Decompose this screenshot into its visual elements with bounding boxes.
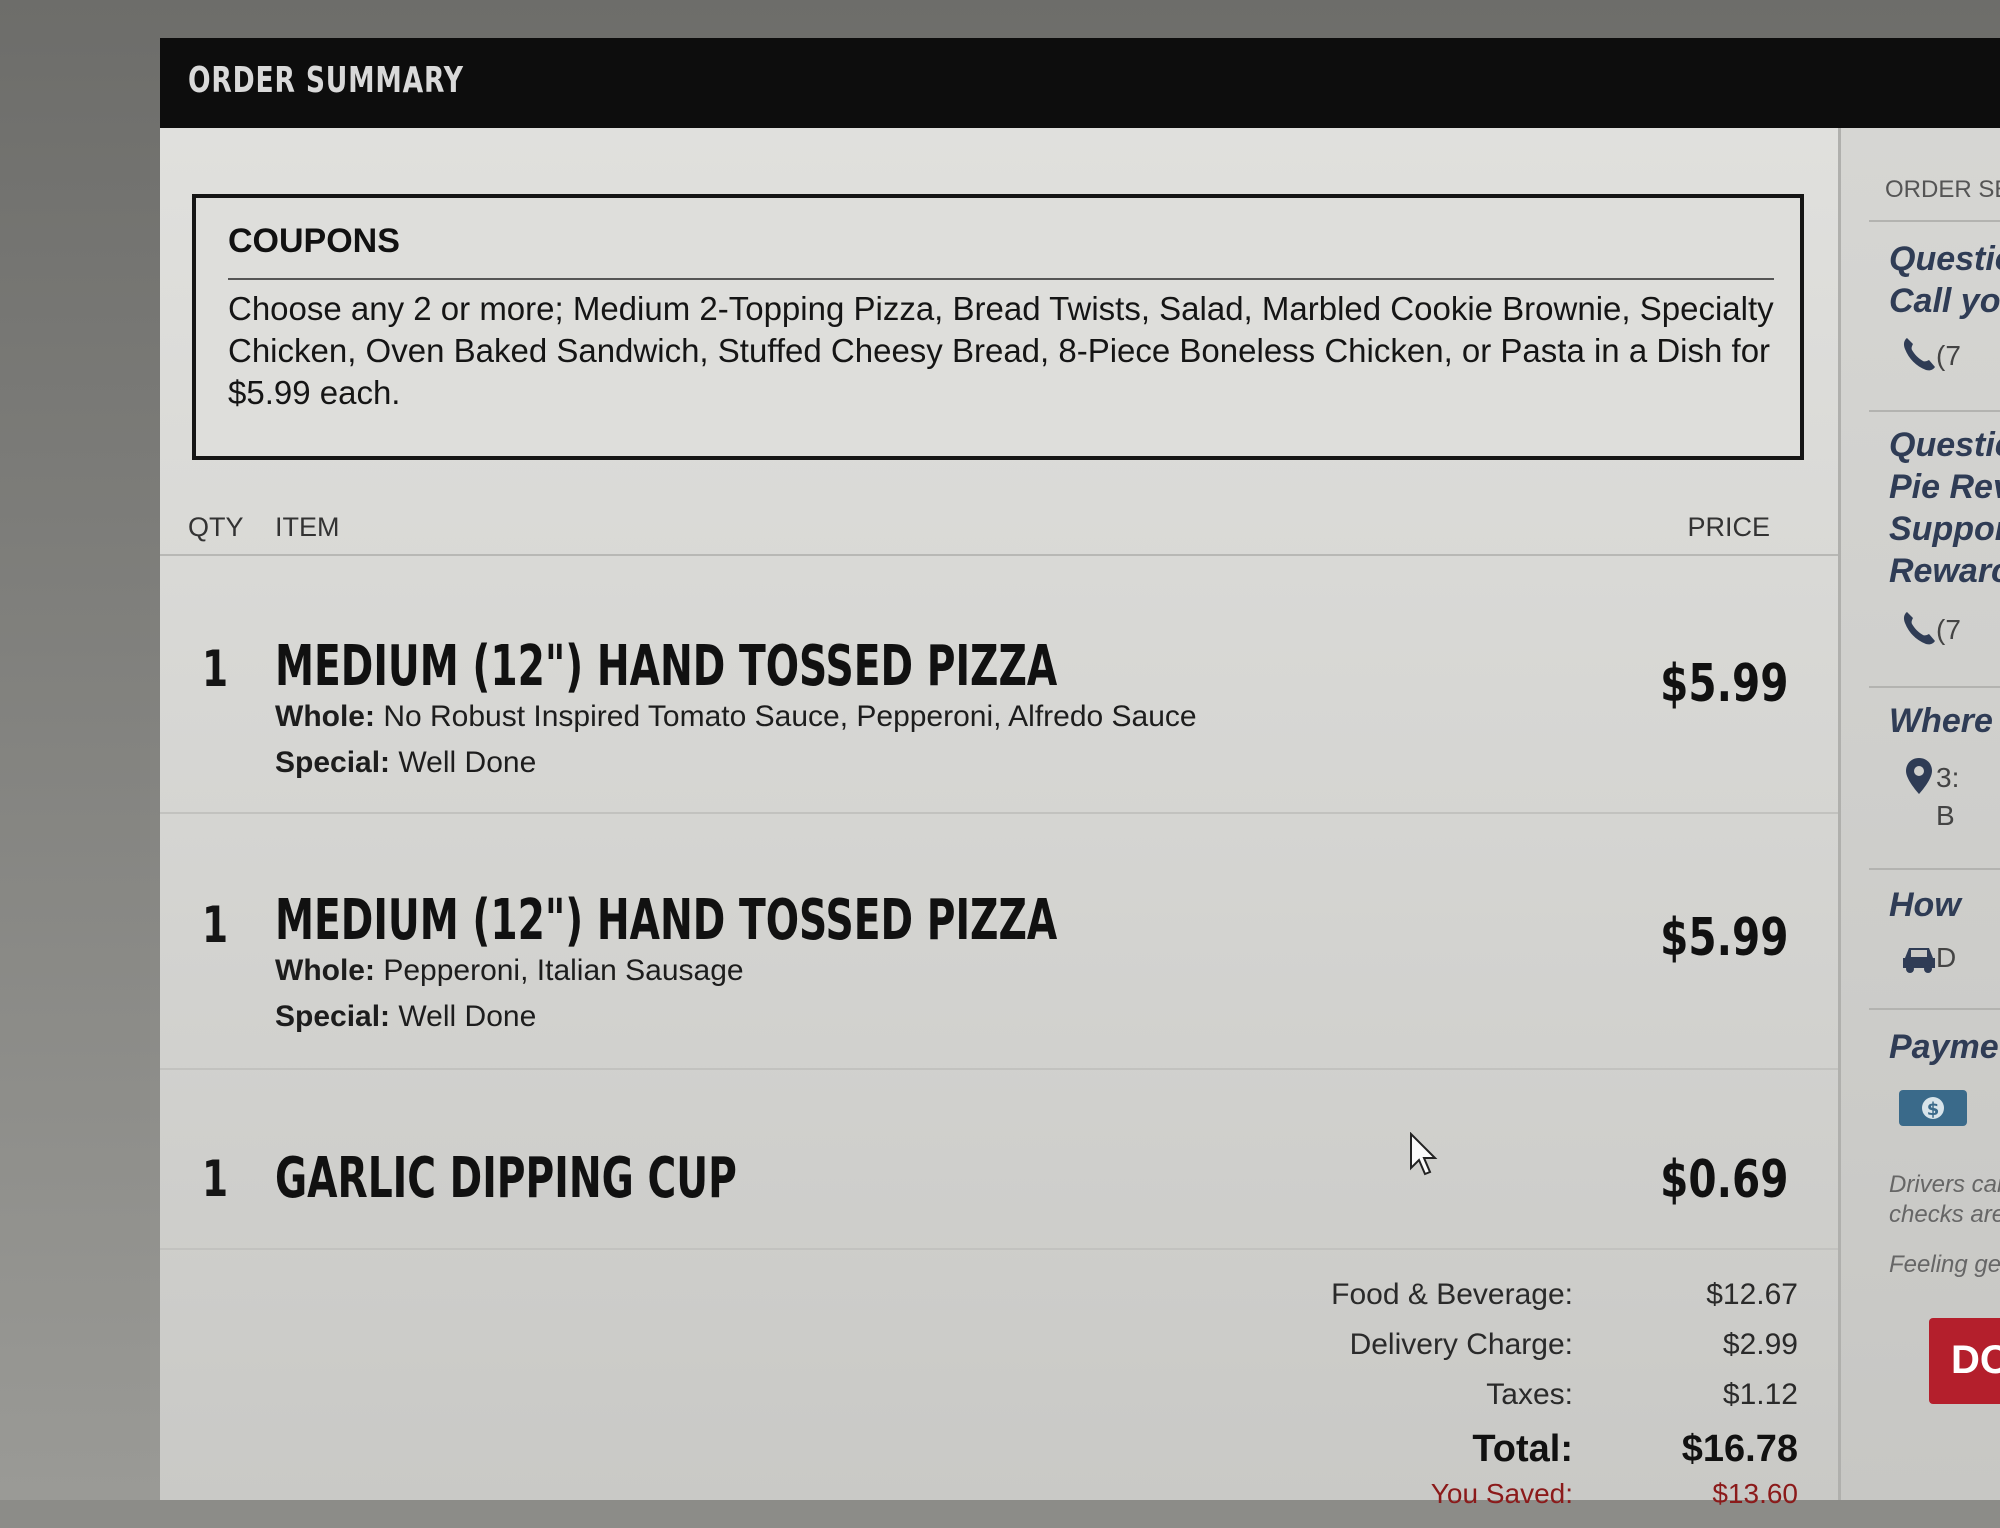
total-label: Total:: [1472, 1428, 1573, 1470]
questions-line-3: Suppor: [1889, 510, 2000, 548]
coupon-divider: [228, 278, 1774, 280]
item-qty: 1: [202, 1150, 229, 1208]
item-special: Special: Well Done: [275, 746, 536, 780]
whole-label: Whole:: [275, 700, 375, 733]
svg-text:$: $: [1927, 1099, 1940, 1120]
questions-subheading: Call you: [1889, 282, 2000, 320]
column-headers: QTY ITEM PRICE: [160, 500, 1838, 556]
order-item-row[interactable]: 1 MEDIUM (12") HAND TOSSED PIZZA Whole: …: [160, 814, 1838, 1070]
sidebar-eyebrow: ORDER SE: [1885, 176, 2000, 203]
drivers-note-line-1: Drivers can: [1889, 1171, 2000, 1198]
phone-icon: [1903, 338, 1935, 371]
special-value: Well Done: [398, 746, 537, 779]
phone-number-2[interactable]: (7: [1936, 614, 1961, 646]
total-row: Total: $16.78: [1158, 1428, 1798, 1478]
special-label: Special:: [275, 1000, 391, 1033]
column-price: PRICE: [1687, 512, 1770, 542]
where-heading: Where: [1889, 702, 1993, 740]
item-price: $5.99: [1659, 654, 1788, 714]
questions-line-2: Pie Rev: [1889, 468, 2000, 506]
food-beverage-row: Food & Beverage: $12.67: [1158, 1278, 1798, 1328]
delivery-charge-value: $2.99: [1722, 1328, 1798, 1361]
special-value: Well Done: [398, 1000, 537, 1033]
sidebar-divider: [1869, 686, 2000, 688]
item-qty: 1: [202, 640, 229, 698]
special-label: Special:: [275, 746, 391, 779]
item-qty: 1: [202, 896, 229, 954]
questions-heading: Questio: [1889, 240, 2000, 278]
food-beverage-label: Food & Beverage:: [1331, 1278, 1573, 1311]
order-totals: Food & Beverage: $12.67 Delivery Charge:…: [1158, 1278, 1798, 1528]
you-saved-row: You Saved: $13.60: [1158, 1478, 1798, 1528]
taxes-value: $1.12: [1722, 1378, 1798, 1411]
item-special: Special: Well Done: [275, 1000, 536, 1034]
whole-value: Pepperoni, Italian Sausage: [383, 954, 744, 987]
column-qty: QTY: [188, 512, 244, 542]
address-line-1: 3:: [1936, 762, 1960, 793]
address-line-2: B: [1936, 800, 1955, 831]
item-name: GARLIC DIPPING CUP: [275, 1146, 737, 1211]
item-whole-toppings: Whole: Pepperoni, Italian Sausage: [275, 954, 744, 988]
you-saved-label: You Saved:: [1430, 1478, 1573, 1509]
column-item: ITEM: [275, 512, 340, 542]
item-price: $5.99: [1659, 908, 1788, 968]
order-summary-panel: COUPONS Choose any 2 or more; Medium 2-T…: [160, 128, 1838, 1509]
taxes-row: Taxes: $1.12: [1158, 1378, 1798, 1428]
order-settings-sidebar: ORDER SE Questio Call you (7 Questic Pie…: [1838, 128, 2000, 1500]
whole-value: No Robust Inspired Tomato Sauce, Peppero…: [383, 700, 1197, 733]
service-method: D: [1936, 942, 1957, 973]
screen-frame: ORDER SUMMARY COUPONS Choose any 2 or mo…: [0, 0, 2000, 1509]
order-item-row[interactable]: 1 MEDIUM (12") HAND TOSSED PIZZA Whole: …: [160, 558, 1838, 814]
sidebar-divider: [1869, 410, 2000, 412]
order-summary-header: ORDER SUMMARY: [160, 38, 2000, 128]
total-value: $16.78: [1681, 1428, 1798, 1470]
taxes-label: Taxes:: [1486, 1378, 1573, 1411]
item-name: MEDIUM (12") HAND TOSSED PIZZA: [275, 634, 1058, 699]
coupon-description: Choose any 2 or more; Medium 2-Topping P…: [228, 290, 1774, 411]
page-title: ORDER SUMMARY: [188, 60, 464, 101]
cash-icon: $: [1899, 1090, 1967, 1126]
delivery-charge-label: Delivery Charge:: [1349, 1328, 1573, 1361]
item-price: $0.69: [1659, 1150, 1788, 1210]
drivers-note-line-2: checks are: [1889, 1201, 2000, 1228]
coupon-box: COUPONS Choose any 2 or more; Medium 2-T…: [192, 194, 1804, 460]
payment-heading: Payme: [1889, 1028, 1999, 1066]
sidebar-divider: [1869, 1008, 2000, 1010]
item-name: MEDIUM (12") HAND TOSSED PIZZA: [275, 888, 1058, 953]
feeling-generous-text: Feeling gen: [1889, 1251, 2000, 1278]
place-order-button[interactable]: DO: [1929, 1318, 2000, 1404]
you-saved-value: $13.60: [1712, 1478, 1798, 1509]
how-heading: How: [1889, 886, 1961, 924]
item-whole-toppings: Whole: No Robust Inspired Tomato Sauce, …: [275, 700, 1197, 734]
sidebar-divider: [1869, 220, 2000, 222]
map-pin-icon: [1906, 758, 1932, 794]
phone-icon: [1903, 612, 1935, 645]
phone-number[interactable]: (7: [1936, 340, 1961, 372]
order-item-row[interactable]: 1 GARLIC DIPPING CUP $0.69: [160, 1070, 1838, 1250]
questions-line-4: Rewarc: [1889, 552, 2000, 590]
delivery-charge-row: Delivery Charge: $2.99: [1158, 1328, 1798, 1378]
whole-label: Whole:: [275, 954, 375, 987]
car-icon: [1903, 948, 1935, 973]
food-beverage-value: $12.67: [1706, 1278, 1798, 1311]
cursor-icon: [1410, 1132, 1438, 1176]
coupon-title: COUPONS: [228, 222, 400, 260]
questions-heading-2: Questic: [1889, 426, 2000, 464]
sidebar-divider: [1869, 868, 2000, 870]
